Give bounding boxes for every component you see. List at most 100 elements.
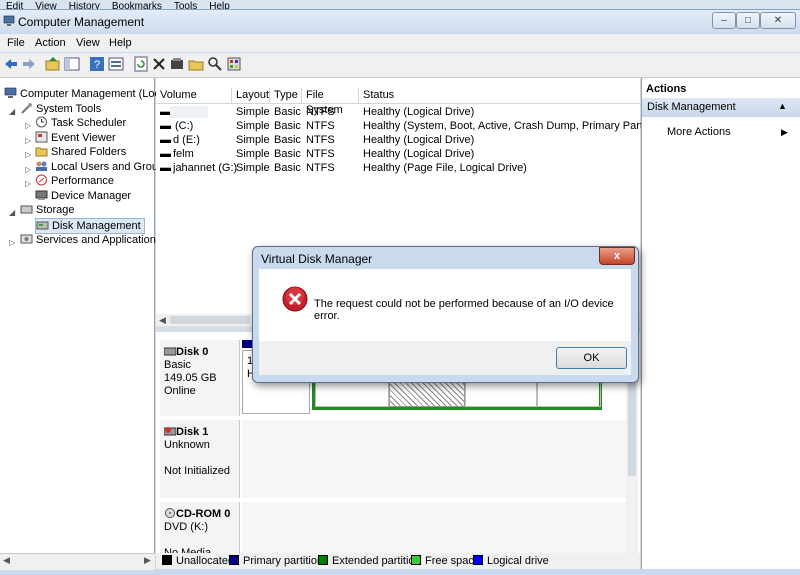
check-disk-icon[interactable] bbox=[169, 56, 185, 72]
legend-label: Free space bbox=[425, 555, 481, 567]
tree-system-tools[interactable]: System Tools bbox=[20, 102, 101, 116]
expand-arrow-icon[interactable]: ▷ bbox=[25, 121, 31, 130]
disk-1-label[interactable]: Disk 1 Unknown Not Initialized bbox=[160, 420, 240, 498]
collapse-arrow-icon[interactable]: ◢ bbox=[9, 208, 15, 217]
volume-status: Healthy (Logical Drive) bbox=[363, 148, 475, 160]
expand-arrow-icon[interactable]: ▷ bbox=[25, 179, 31, 188]
collapse-arrow-icon[interactable]: ◢ bbox=[9, 107, 15, 116]
properties-icon[interactable] bbox=[108, 56, 124, 72]
tree-shared-folders-label: Shared Folders bbox=[51, 146, 127, 158]
volume-fs: NTFS bbox=[306, 134, 335, 146]
volume-name: d (E:) bbox=[173, 134, 200, 146]
legend-logical: Logical drive bbox=[473, 555, 549, 567]
expand-arrow-icon[interactable]: ▷ bbox=[25, 165, 31, 174]
collapse-up-icon[interactable]: ▲ bbox=[778, 101, 787, 111]
help-icon[interactable]: ? bbox=[89, 56, 105, 72]
tree-storage[interactable]: Storage bbox=[20, 203, 75, 217]
column-status[interactable]: Status bbox=[359, 88, 640, 103]
column-file-system[interactable]: File System bbox=[302, 88, 359, 116]
volume-fs: NTFS bbox=[306, 162, 335, 174]
drive-icon: ▬ bbox=[160, 134, 171, 146]
scroll-left-icon[interactable]: ◀ bbox=[159, 315, 166, 326]
volume-fs: NTFS bbox=[306, 106, 335, 118]
actions-section-label: Disk Management bbox=[647, 101, 736, 113]
disk-1-type: Unknown bbox=[164, 439, 210, 451]
minimize-button[interactable]: – bbox=[712, 12, 736, 29]
table-row[interactable]: ▬ jahannet (G:) Simple Basic NTFS Health… bbox=[156, 161, 640, 175]
column-volume[interactable]: Volume bbox=[156, 88, 232, 103]
search-icon[interactable] bbox=[207, 56, 223, 72]
table-row[interactable]: ▬ (C:) Simple Basic NTFS Healthy (System… bbox=[156, 119, 667, 133]
navigation-tree: Computer Management (Local ◢ System Tool… bbox=[0, 78, 170, 553]
volume-type: Basic bbox=[274, 134, 301, 146]
open-folder-icon[interactable] bbox=[188, 56, 204, 72]
shared-folder-icon bbox=[35, 147, 48, 157]
volume-type: Basic bbox=[274, 148, 301, 160]
dialog-body: The request could not be performed becau… bbox=[259, 269, 631, 341]
column-layout[interactable]: Layout bbox=[232, 88, 270, 103]
ok-button[interactable]: OK bbox=[556, 347, 627, 369]
refresh-icon[interactable] bbox=[133, 56, 149, 72]
table-row[interactable]: ▬ felm Simple Basic NTFS Healthy (Logica… bbox=[156, 147, 640, 161]
dialog-footer: OK bbox=[259, 341, 631, 375]
up-folder-icon[interactable] bbox=[45, 56, 61, 72]
tree-root[interactable]: Computer Management (Local bbox=[4, 87, 169, 101]
scroll-right-icon[interactable]: ▶ bbox=[144, 555, 151, 566]
dialog-close-button[interactable]: x bbox=[599, 247, 635, 265]
tree-disk-management[interactable]: Disk Management bbox=[35, 218, 145, 234]
back-arrow-icon[interactable] bbox=[3, 56, 19, 72]
expand-arrow-icon[interactable]: ▷ bbox=[25, 150, 31, 159]
tree-device-manager[interactable]: Device Manager bbox=[35, 189, 131, 203]
volume-status: Healthy (Logical Drive) bbox=[363, 134, 475, 146]
disk-1-unallocated-area[interactable] bbox=[242, 420, 626, 498]
legend-label: Primary partition bbox=[243, 555, 324, 567]
table-row[interactable]: ▬ d (E:) Simple Basic NTFS Healthy (Logi… bbox=[156, 133, 640, 147]
menu-help[interactable]: Help bbox=[109, 37, 132, 49]
tree-performance[interactable]: Performance bbox=[35, 174, 114, 188]
cdrom-0-label[interactable]: CD-ROM 0 DVD (K:) No Media bbox=[160, 502, 240, 559]
submenu-arrow-icon[interactable]: ▶ bbox=[781, 127, 788, 138]
disk-0-label[interactable]: Disk 0 Basic 149.05 GB Online bbox=[160, 340, 240, 416]
column-type[interactable]: Type bbox=[270, 88, 302, 103]
clock-icon bbox=[36, 116, 47, 128]
legend-swatch bbox=[162, 555, 172, 565]
tree-task-scheduler[interactable]: Task Scheduler bbox=[35, 116, 126, 130]
disk-1-status: Not Initialized bbox=[164, 465, 231, 477]
expand-arrow-icon[interactable]: ▷ bbox=[25, 136, 31, 145]
drive-icon: ▬ bbox=[160, 120, 171, 132]
cdrom-area[interactable] bbox=[242, 502, 626, 553]
disk-1-size bbox=[164, 452, 239, 465]
volume-status: Healthy (System, Boot, Active, Crash Dum… bbox=[363, 120, 667, 132]
drive-icon: ▬ bbox=[160, 148, 171, 160]
maximize-button[interactable]: □ bbox=[736, 12, 760, 29]
delete-icon[interactable] bbox=[151, 56, 167, 72]
volume-type: Basic bbox=[274, 120, 301, 132]
computer-icon bbox=[4, 87, 17, 98]
legend-extended: Extended partition bbox=[318, 555, 421, 567]
scroll-thumb[interactable] bbox=[170, 316, 250, 324]
close-button[interactable]: ✕ bbox=[760, 12, 796, 29]
menu-action[interactable]: Action bbox=[35, 37, 66, 49]
menu-file[interactable]: File bbox=[7, 37, 25, 49]
storage-icon bbox=[20, 205, 33, 214]
tree-local-users[interactable]: Local Users and Groups bbox=[35, 160, 170, 174]
legend-free-space: Free space bbox=[411, 555, 480, 567]
forward-arrow-icon[interactable] bbox=[21, 56, 37, 72]
legend-bar: Unallocated Primary partition Extended p… bbox=[156, 553, 640, 569]
tree-services-applications[interactable]: Services and Applications bbox=[20, 233, 161, 247]
cdrom-icon bbox=[165, 508, 175, 518]
more-actions-item[interactable]: More Actions bbox=[667, 126, 731, 138]
title-bar[interactable]: Computer Management – □ ✕ bbox=[0, 10, 800, 33]
menu-view[interactable]: View bbox=[76, 37, 100, 49]
actions-section-disk-management[interactable]: Disk Management ▲ bbox=[642, 98, 800, 117]
volume-name: felm bbox=[173, 148, 194, 160]
scroll-left-icon[interactable]: ◀ bbox=[3, 555, 10, 566]
disk-properties-icon[interactable] bbox=[226, 56, 242, 72]
expand-arrow-icon[interactable]: ▷ bbox=[9, 238, 15, 247]
tree-shared-folders[interactable]: Shared Folders bbox=[35, 145, 126, 159]
table-row[interactable]: ▬ Simple Basic NTFS Healthy (Logical Dri… bbox=[156, 105, 640, 119]
tree-event-viewer[interactable]: Event Viewer bbox=[35, 131, 116, 145]
tree-horizontal-scrollbar[interactable]: ◀ ▶ bbox=[0, 553, 155, 570]
show-hide-tree-icon[interactable] bbox=[64, 56, 80, 72]
legend-swatch bbox=[318, 555, 328, 565]
